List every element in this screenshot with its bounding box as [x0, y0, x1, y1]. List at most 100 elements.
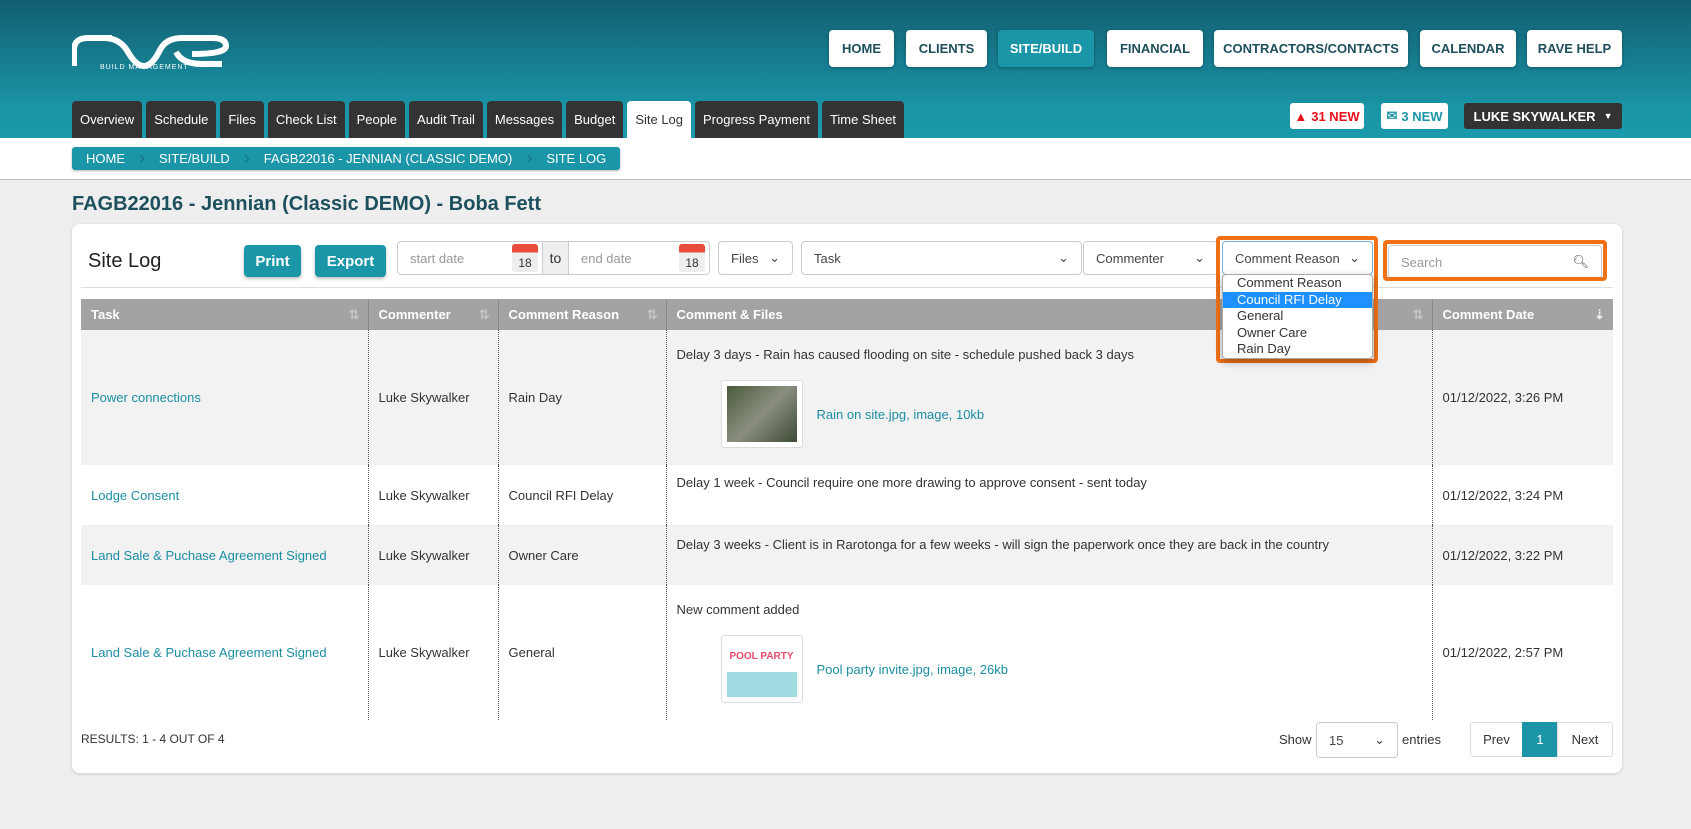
- comment-cell: New comment added POOL PARTY Pool party i…: [666, 585, 1433, 720]
- prev-page-button[interactable]: Prev: [1470, 722, 1523, 757]
- nav-financial[interactable]: FINANCIAL: [1107, 30, 1203, 67]
- envelope-icon: ✉: [1386, 108, 1398, 123]
- tab-audit-trail[interactable]: Audit Trail: [409, 101, 483, 138]
- tab-messages[interactable]: Messages: [486, 101, 563, 138]
- show-label: Show: [1279, 732, 1312, 747]
- tab-files[interactable]: Files: [220, 101, 264, 138]
- chevron-down-icon: ⌄: [1194, 250, 1205, 265]
- end-date-input[interactable]: end date 18: [568, 241, 710, 275]
- search-icon[interactable]: 🔍︎: [1572, 254, 1589, 270]
- caret-down-icon: ▼: [1603, 111, 1613, 121]
- tab-schedule[interactable]: Schedule: [146, 101, 217, 138]
- reason-cell: Rain Day: [498, 330, 667, 465]
- warnings-badge[interactable]: ▲ 31 NEW: [1290, 103, 1364, 129]
- breadcrumb-site-build[interactable]: SITE/BUILD: [145, 151, 244, 166]
- column-header-reason[interactable]: Comment Reason ⇅: [498, 299, 667, 330]
- logo-subtitle: BUILD MANAGEMENT: [100, 64, 189, 71]
- task-cell: Lodge Consent: [81, 465, 369, 525]
- comment-text: New comment added: [676, 602, 800, 617]
- table-row: Land Sale & Puchase Agreement Signed Luk…: [81, 585, 1613, 720]
- end-date-placeholder: end date: [581, 250, 632, 266]
- breadcrumb-project[interactable]: FAGB22016 - JENNIAN (CLASSIC DEMO): [250, 151, 527, 166]
- column-header-label: Task: [91, 307, 120, 322]
- sort-icon[interactable]: ⇅: [1413, 307, 1424, 323]
- files-select[interactable]: Files ⌄: [718, 241, 793, 275]
- messages-badge[interactable]: ✉ 3 NEW: [1381, 103, 1448, 129]
- reason-option[interactable]: General: [1223, 308, 1372, 325]
- reason-option[interactable]: Rain Day: [1223, 341, 1372, 358]
- user-menu[interactable]: LUKE SKYWALKER ▼: [1464, 103, 1622, 129]
- sort-icon[interactable]: ⇅: [647, 307, 658, 323]
- export-button[interactable]: Export: [315, 245, 386, 277]
- tab-people[interactable]: People: [348, 101, 406, 138]
- messages-count: 3 NEW: [1401, 108, 1443, 124]
- commenter-cell: Luke Skywalker: [368, 525, 499, 585]
- reason-option[interactable]: Owner Care: [1223, 325, 1372, 342]
- task-link[interactable]: Power connections: [91, 390, 201, 405]
- task-select[interactable]: Task ⌄: [801, 241, 1082, 275]
- chevron-down-icon: ⌄: [1058, 250, 1069, 265]
- column-header-task[interactable]: Task ⇅: [81, 299, 369, 330]
- commenter-select[interactable]: Commenter ⌄: [1083, 241, 1218, 275]
- column-header-date[interactable]: Comment Date ⇣: [1432, 299, 1613, 330]
- reason-option[interactable]: Council RFI Delay: [1223, 291, 1372, 308]
- reason-option[interactable]: Comment Reason: [1223, 275, 1372, 292]
- calendar-icon[interactable]: 18: [512, 244, 538, 272]
- nav-site-build[interactable]: SITE/BUILD: [998, 30, 1094, 67]
- file-attachment: POOL PARTY Pool party invite.jpg, image, …: [677, 635, 1422, 703]
- tab-overview[interactable]: Overview: [72, 101, 143, 138]
- comment-reason-select-value: Comment Reason: [1235, 250, 1340, 266]
- task-link[interactable]: Land Sale & Puchase Agreement Signed: [91, 645, 327, 660]
- sort-icon[interactable]: ⇅: [479, 307, 490, 323]
- tab-budget[interactable]: Budget: [566, 101, 624, 138]
- warnings-count: 31 NEW: [1311, 108, 1360, 124]
- nav-rave-help[interactable]: RAVE HELP: [1527, 30, 1622, 67]
- page-size-value: 15: [1329, 732, 1344, 748]
- calendar-icon[interactable]: 18: [679, 244, 705, 272]
- sort-desc-icon[interactable]: ⇣: [1594, 307, 1605, 323]
- file-link[interactable]: Rain on site.jpg, image, 10kb: [817, 407, 985, 422]
- nav-home[interactable]: HOME: [829, 30, 894, 67]
- comment-reason-dropdown: Comment Reason Council RFI Delay General…: [1222, 274, 1373, 359]
- task-link[interactable]: Land Sale & Puchase Agreement Signed: [91, 548, 327, 563]
- print-button[interactable]: Print: [244, 245, 301, 277]
- chevron-down-icon: ⌄: [769, 250, 780, 265]
- reason-cell: Council RFI Delay: [498, 465, 667, 525]
- page-1-button[interactable]: 1: [1522, 722, 1558, 757]
- file-link[interactable]: Pool party invite.jpg, image, 26kb: [817, 662, 1009, 677]
- divider: [81, 287, 1613, 288]
- nav-clients[interactable]: CLIENTS: [906, 30, 987, 67]
- date-cell: 01/12/2022, 3:24 PM: [1442, 487, 1564, 503]
- start-date-placeholder: start date: [410, 250, 465, 266]
- start-date-input[interactable]: start date 18: [397, 241, 543, 275]
- nav-contractors[interactable]: CONTRACTORS/CONTACTS: [1214, 30, 1408, 67]
- column-header-label: Comment & Files: [676, 307, 783, 322]
- sort-icon[interactable]: ⇅: [349, 307, 360, 323]
- project-tabs: Overview Schedule Files Check List Peopl…: [72, 101, 904, 138]
- tab-progress-payment[interactable]: Progress Payment: [695, 101, 818, 138]
- date-cell: 01/12/2022, 3:22 PM: [1432, 525, 1613, 585]
- breadcrumb-home[interactable]: HOME: [72, 151, 139, 166]
- page-size-select[interactable]: 15 ⌄: [1316, 722, 1398, 758]
- table-row: Lodge Consent Luke Skywalker Council RFI…: [81, 465, 1613, 525]
- table-row: Power connections Luke Skywalker Rain Da…: [81, 330, 1613, 465]
- image-thumbnail[interactable]: [720, 380, 803, 448]
- commenter-cell: Luke Skywalker: [368, 585, 499, 720]
- search-input[interactable]: Search 🔍︎: [1388, 245, 1602, 279]
- task-link[interactable]: Lodge Consent: [91, 488, 179, 503]
- tab-check-list[interactable]: Check List: [267, 101, 345, 138]
- tab-site-log[interactable]: Site Log: [627, 101, 692, 138]
- next-page-button[interactable]: Next: [1557, 722, 1613, 757]
- commenter-select-value: Commenter: [1096, 250, 1164, 266]
- thumbnail-text: POOL PARTY: [726, 641, 797, 697]
- date-cell: 01/12/2022, 2:57 PM: [1442, 645, 1564, 660]
- comment-reason-select[interactable]: Comment Reason ⌄: [1222, 241, 1373, 275]
- results-count: RESULTS: 1 - 4 OUT OF 4: [81, 732, 225, 746]
- page-title: FAGB22016 - Jennian (Classic DEMO) - Bob…: [72, 193, 541, 215]
- nav-calendar[interactable]: CALENDAR: [1420, 30, 1516, 67]
- tab-time-sheet[interactable]: Time Sheet: [821, 101, 904, 138]
- image-thumbnail[interactable]: POOL PARTY: [720, 635, 803, 703]
- column-header-commenter[interactable]: Commenter ⇅: [368, 299, 499, 330]
- column-header-label: Comment Reason: [508, 307, 620, 322]
- file-attachment: Rain on site.jpg, image, 10kb: [677, 380, 1422, 448]
